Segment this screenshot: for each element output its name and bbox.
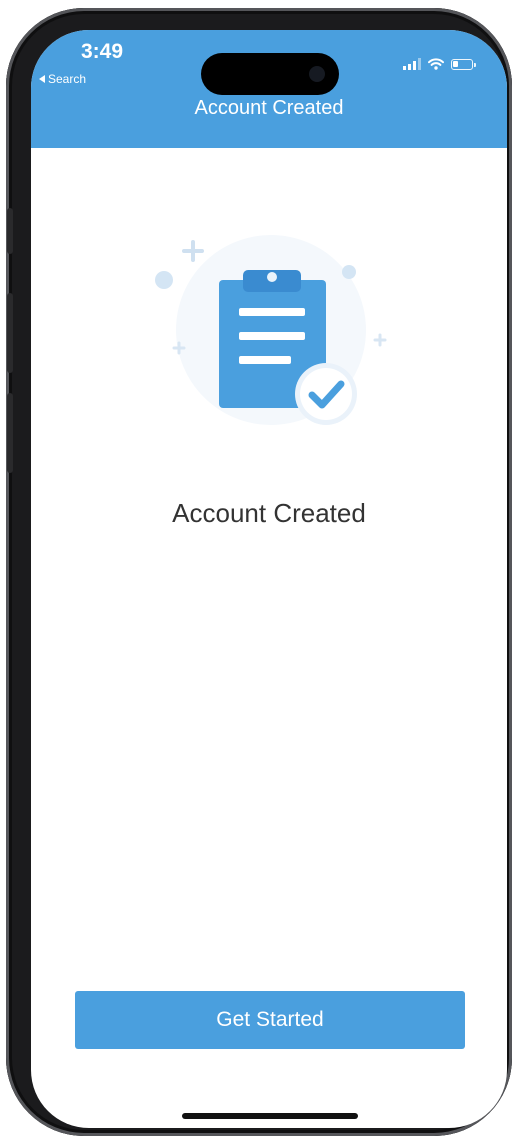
dynamic-island: [201, 53, 339, 95]
volume-up-button: [7, 293, 13, 373]
clipboard-checkmark-icon: [155, 235, 387, 425]
status-time: 3:49: [81, 40, 124, 63]
wifi-icon: [428, 58, 444, 70]
navigation-bar: 3:49 Search Account Created: [31, 30, 507, 148]
battery-icon: [451, 58, 476, 70]
status-icons: [403, 58, 476, 70]
front-camera: [309, 66, 325, 82]
phone-frame: 3:49 Search Account Created Account Crea…: [6, 8, 512, 1136]
back-link-label: Search: [48, 72, 87, 86]
confirmation-heading: Account Created: [172, 498, 366, 528]
screen: 3:49 Search Account Created Account Crea…: [31, 30, 507, 1128]
home-indicator[interactable]: [182, 1113, 358, 1119]
cellular-signal-icon: [403, 58, 421, 70]
volume-down-button: [7, 393, 13, 473]
get-started-button[interactable]: Get Started: [75, 991, 465, 1049]
back-arrow-icon: [39, 75, 45, 83]
back-to-search-link[interactable]: Search: [39, 72, 86, 86]
nav-title: Account Created: [194, 97, 344, 119]
mute-switch: [7, 208, 13, 254]
